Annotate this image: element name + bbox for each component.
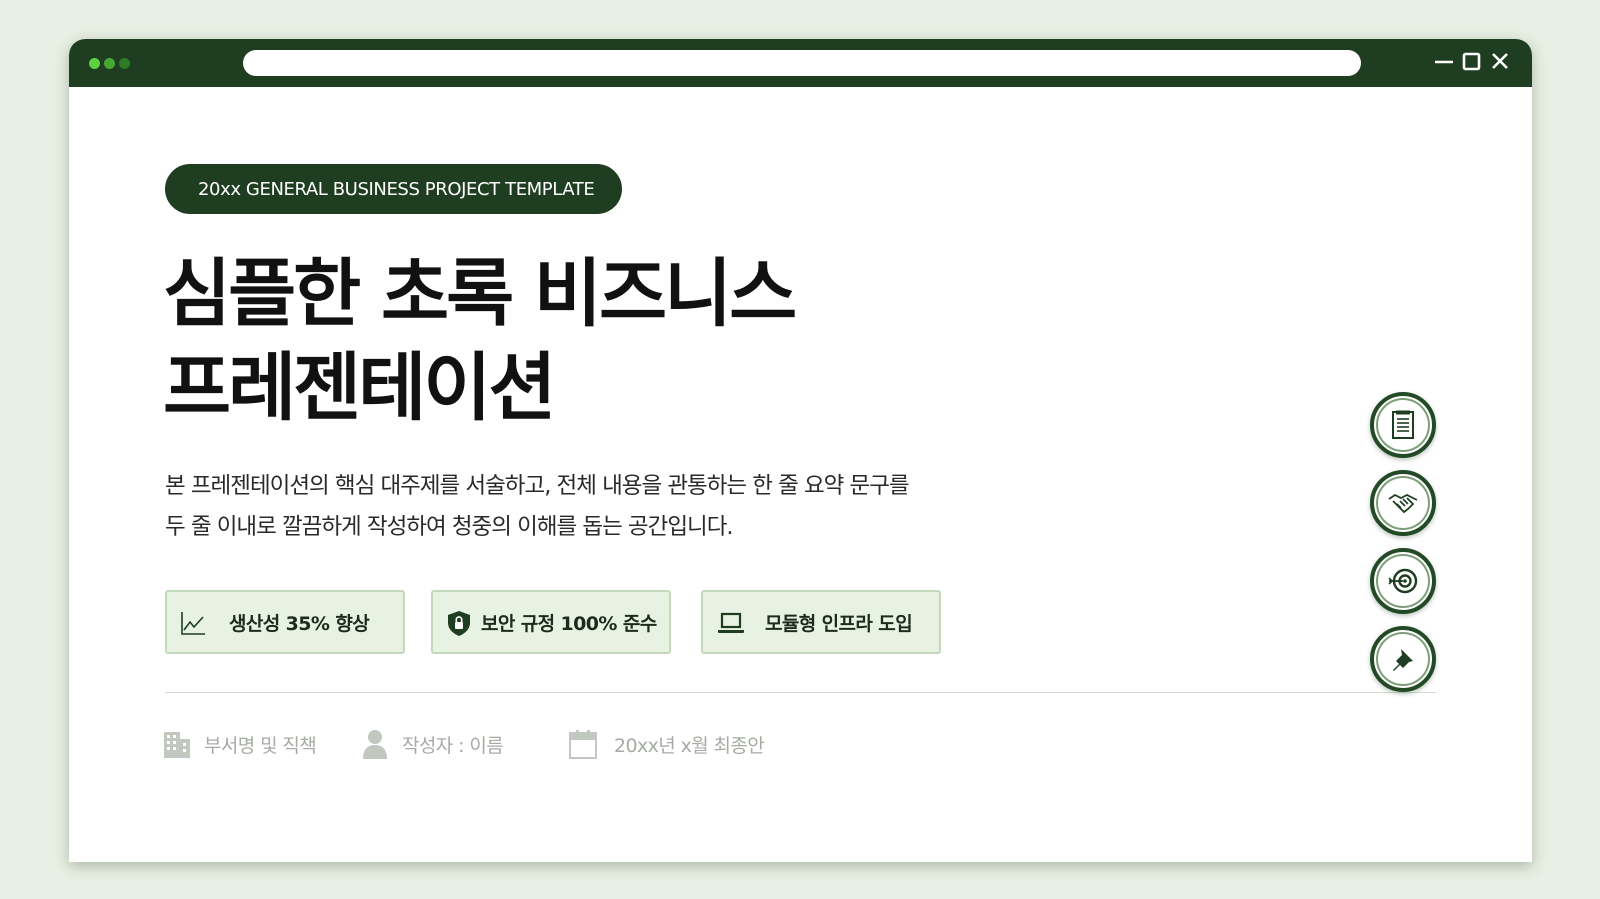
calendar-icon: [569, 730, 597, 759]
pin-icon: [1393, 649, 1413, 671]
title-bar: [69, 39, 1532, 87]
template-tag: 20xx GENERAL BUSINESS PROJECT TEMPLATE: [165, 164, 623, 214]
side-button-target[interactable]: [1370, 548, 1436, 614]
window-controls: [1434, 51, 1510, 71]
badge-productivity: 생산성 35% 향상: [165, 590, 405, 654]
divider: [165, 692, 1436, 693]
page-title-line-2: 프레젠테이션: [163, 345, 556, 431]
browser-window: 20xx GENERAL BUSINESS PROJECT TEMPLATE 심…: [69, 39, 1532, 862]
shield-lock-icon: [448, 611, 470, 636]
dot-icon-1[interactable]: [89, 58, 100, 69]
maximize-icon[interactable]: [1462, 51, 1482, 71]
page-title: 심플한 초록 비즈니스 프레젠테이션: [163, 247, 797, 435]
address-bar[interactable]: [243, 50, 1361, 76]
handshake-icon: [1388, 493, 1418, 514]
description-line-2: 두 줄 이내로 깔끔하게 작성하여 청중의 이해를 돕는 공간입니다.: [165, 514, 734, 540]
page-title-line-1: 심플한 초록 비즈니스: [163, 251, 797, 337]
meta-department: 부서명 및 직책: [162, 729, 317, 759]
template-tag-text: 20xx GENERAL BUSINESS PROJECT TEMPLATE: [198, 178, 595, 200]
badge-label: 모듈형 인프라 도입: [765, 612, 913, 635]
document-icon: [1392, 410, 1414, 439]
meta-label: 20xx년 x월 최종안: [614, 734, 765, 757]
line-chart-icon: [181, 612, 205, 635]
side-button-handshake[interactable]: [1370, 470, 1436, 536]
side-button-document[interactable]: [1370, 392, 1436, 458]
side-button-pin[interactable]: [1370, 626, 1436, 692]
dot-icon-3[interactable]: [119, 58, 130, 69]
window-dots: [89, 58, 130, 69]
building-icon: [164, 732, 190, 758]
meta-date: 20xx년 x월 최종안: [568, 729, 765, 759]
minimize-icon[interactable]: [1434, 51, 1454, 71]
description: 본 프레젠테이션의 핵심 대주제를 서술하고, 전체 내용을 관통하는 한 줄 …: [165, 466, 1025, 548]
dot-icon-2[interactable]: [104, 58, 115, 69]
badge-security: 보안 규정 100% 준수: [431, 590, 671, 654]
person-icon: [363, 730, 387, 759]
laptop-icon: [718, 612, 744, 633]
meta-label: 부서명 및 직책: [204, 734, 317, 757]
meta-label: 작성자 : 이름: [402, 734, 504, 757]
badge-infrastructure: 모듈형 인프라 도입: [701, 590, 941, 654]
target-icon: [1388, 568, 1418, 594]
meta-author: 작성자 : 이름: [360, 729, 504, 759]
close-icon[interactable]: [1490, 51, 1510, 71]
badge-label: 보안 규정 100% 준수: [481, 612, 657, 635]
badge-label: 생산성 35% 향상: [229, 612, 370, 635]
description-line-1: 본 프레젠테이션의 핵심 대주제를 서술하고, 전체 내용을 관통하는 한 줄 …: [165, 473, 910, 499]
